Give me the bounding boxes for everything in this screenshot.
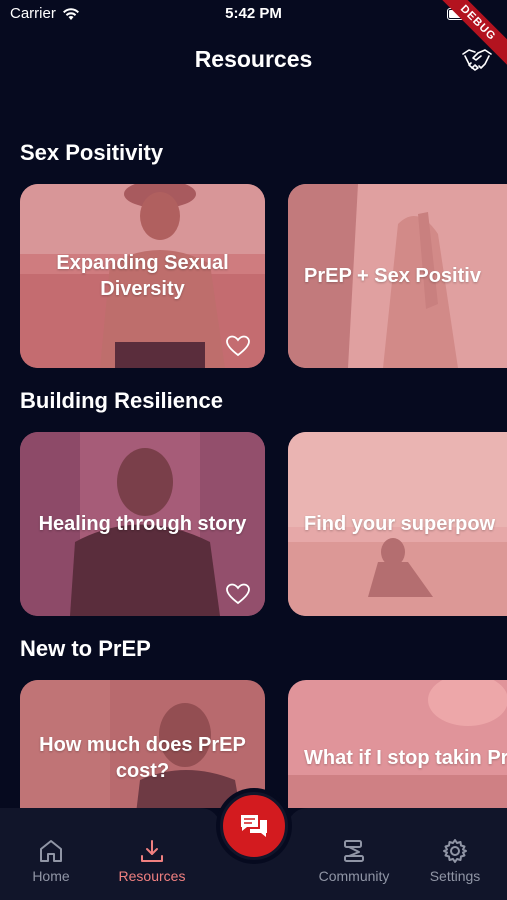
tab-home[interactable]: Home [6, 838, 96, 884]
resource-card-healing-through-story[interactable]: Healing through story [20, 432, 265, 616]
card-title: Expanding Sexual Diversity [56, 252, 229, 300]
section-title-building-resilience: Building Resilience [20, 388, 223, 413]
tab-settings-label: Settings [429, 868, 481, 884]
status-bar: Carrier 5:42 PM [0, 0, 507, 30]
card-row-building-resilience[interactable]: Healing through story Find your superpow [20, 432, 507, 616]
section-title-sex-positivity: Sex Positivity [20, 140, 164, 165]
page-title: Resources [194, 46, 313, 72]
tab-resources-label: Resources [118, 868, 186, 884]
card-title: Find your superpow [304, 513, 496, 535]
card-title: How much does PrEP cost? [39, 734, 246, 782]
tab-resources[interactable]: Resources [107, 838, 197, 884]
download-icon [141, 840, 163, 862]
community-icon [344, 840, 364, 862]
home-icon [40, 840, 62, 862]
gear-icon [443, 839, 467, 863]
resource-card-how-much-does-prep-cost[interactable]: How much does PrEP cost? [20, 680, 265, 808]
chat-icon [241, 815, 267, 837]
tab-community-label: Community [318, 868, 390, 884]
tab-home-label: Home [32, 868, 70, 884]
tab-settings[interactable]: Settings [410, 838, 500, 884]
card-title: What if I stop takin PrEP and then star [304, 747, 507, 769]
tab-community[interactable]: Community [309, 838, 399, 884]
resource-card-what-if-i-stop-taking-prep[interactable]: What if I stop takin PrEP and then star [288, 680, 507, 808]
favorite-heart-icon[interactable] [225, 582, 251, 606]
card-image [288, 680, 507, 808]
resource-card-prep-sex-positivity[interactable]: PrEP + Sex Positiv [288, 184, 507, 368]
resource-card-expanding-sexual-diversity[interactable]: Expanding Sexual Diversity [20, 184, 265, 368]
favorite-heart-icon[interactable] [225, 334, 251, 358]
card-title: Healing through story [38, 513, 247, 535]
chat-fab-button[interactable] [220, 792, 288, 860]
section-title-new-to-prep: New to PrEP [20, 636, 151, 661]
handshake-icon[interactable] [461, 46, 493, 74]
card-title: PrEP + Sex Positiv [304, 265, 481, 287]
card-row-new-to-prep[interactable]: How much does PrEP cost? What if I stop … [20, 680, 507, 808]
card-row-sex-positivity[interactable]: Expanding Sexual Diversity PrEP + Sex Po… [20, 184, 507, 368]
status-time: 5:42 PM [225, 5, 282, 22]
resource-card-find-your-superpower[interactable]: Find your superpow [288, 432, 507, 616]
